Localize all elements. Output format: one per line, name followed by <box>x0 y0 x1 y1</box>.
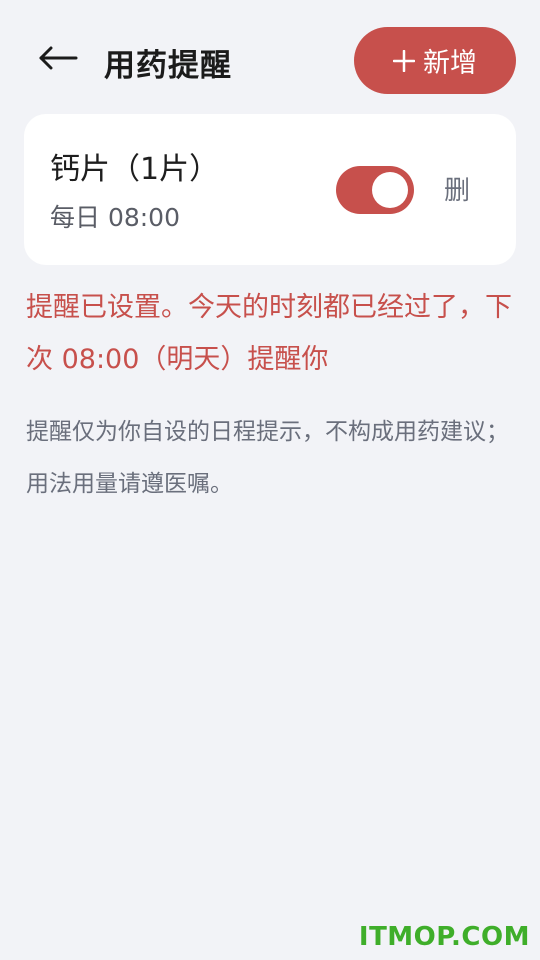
reminder-toggle[interactable] <box>336 166 414 214</box>
add-button-label: 新增 <box>423 48 477 79</box>
screen: 用药提醒 新增 钙片（1片） 每日 08:00 删 提醒已设置。今天的时刻都已经… <box>0 0 540 960</box>
reminder-schedule: 每日 08:00 <box>50 203 180 232</box>
reminder-card: 钙片（1片） 每日 08:00 删 <box>24 114 516 265</box>
back-button[interactable] <box>30 38 86 82</box>
arrow-left-icon <box>38 46 78 74</box>
disclaimer-text: 提醒仅为你自设的日程提示，不构成用药建议；用法用量请遵医嘱。 <box>26 419 509 497</box>
add-reminder-button[interactable]: 新增 <box>354 27 516 94</box>
plus-icon <box>393 49 415 72</box>
toggle-knob <box>372 172 408 208</box>
delete-button[interactable]: 删 <box>444 170 470 207</box>
medication-name: 钙片（1片） <box>50 152 220 187</box>
status-message: 提醒已设置。今天的时刻都已经过了，下次 08:00（明天）提醒你 <box>26 292 512 375</box>
page-title: 用药提醒 <box>104 48 232 84</box>
watermark: ITMOP.COM <box>358 922 530 952</box>
app-header: 用药提醒 新增 <box>0 0 540 120</box>
